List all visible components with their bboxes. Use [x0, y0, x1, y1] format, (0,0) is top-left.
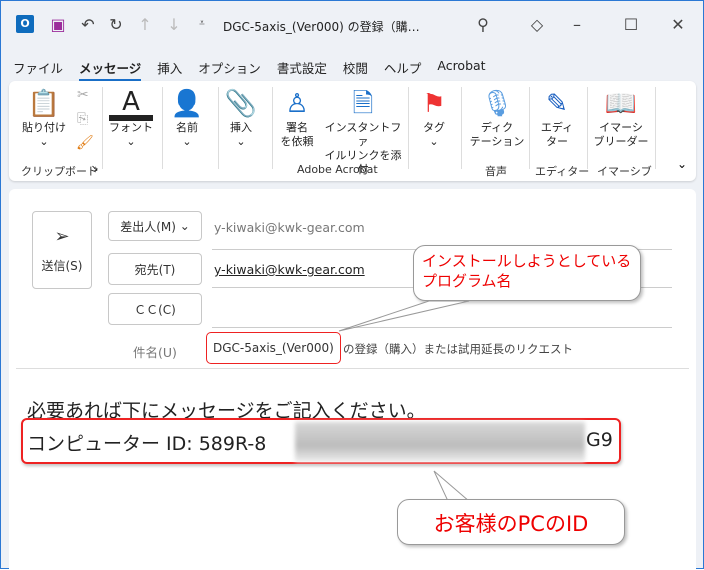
dictate-label-2: テーション: [469, 135, 525, 148]
microphone-icon: 🎙: [480, 89, 514, 119]
attach-button[interactable]: 📎 挿入 ⌄: [221, 87, 261, 149]
ribbon-collapse-icon[interactable]: ⌄: [677, 157, 687, 171]
cc-button[interactable]: ＣＣ(C): [108, 293, 202, 325]
subject-field[interactable]: の登録（購入）または試用延長のリクエスト: [343, 341, 573, 357]
maximize-button[interactable]: ☐: [621, 15, 641, 34]
tab-file[interactable]: ファイル: [13, 58, 63, 81]
from-button[interactable]: 差出人(M) ⌄: [108, 211, 202, 241]
paste-button[interactable]: 📋 貼り付け ⌄: [19, 87, 69, 149]
to-field[interactable]: y-kiwaki@kwk-gear.com: [214, 262, 365, 277]
tab-format[interactable]: 書式設定: [277, 58, 327, 81]
search-icon[interactable]: ⚲: [473, 15, 493, 34]
names-label: 名前: [176, 121, 198, 134]
signature-icon: ♙: [285, 89, 309, 119]
send-icon: ➢: [54, 226, 70, 247]
names-button[interactable]: 👤 名前 ⌄: [167, 87, 207, 149]
font-label: フォント: [109, 121, 153, 134]
tab-options[interactable]: オプション: [198, 58, 261, 81]
editor-label-2: ター: [546, 135, 568, 148]
clipboard-launcher-icon[interactable]: ↘: [91, 164, 99, 174]
chevron-down-icon: ⌄: [179, 219, 190, 233]
tags-label: タグ: [423, 121, 445, 134]
reader-label-1: イマーシ: [599, 121, 643, 134]
clipboard-icon: 📋: [27, 89, 61, 119]
tab-insert[interactable]: 挿入: [157, 58, 182, 81]
customize-qat-icon[interactable]: ⩡: [192, 18, 212, 29]
editor-label-1: エディ: [540, 121, 574, 134]
flag-icon: ⚑: [422, 89, 446, 119]
group-editor: エディター: [535, 165, 590, 178]
group-voice: 音声: [485, 165, 507, 178]
computer-id-prefix: コンピューター ID: 589R-8: [27, 433, 267, 455]
redacted-id-blur: [295, 422, 585, 462]
group-adobe-acrobat: Adobe Acrobat: [297, 163, 378, 176]
editor-pen-icon: ✎: [546, 89, 568, 119]
font-icon: A: [109, 87, 153, 121]
sign-label-2: を依頼: [280, 135, 314, 148]
paperclip-icon: 📎: [224, 89, 258, 119]
minimize-button[interactable]: –: [567, 15, 587, 34]
undo-icon[interactable]: ↶: [78, 15, 98, 34]
immersive-reader-icon: 📖: [604, 89, 638, 119]
cut-icon[interactable]: ✂: [77, 87, 89, 103]
to-label: 宛先(T): [134, 262, 176, 277]
tags-button[interactable]: ⚑ タグ ⌄: [414, 87, 454, 149]
sign-label-1: 署名: [286, 121, 308, 134]
window-title: DGC-5axis_(Ver000) の登録（購…: [223, 20, 420, 34]
address-book-icon: 👤: [170, 89, 204, 119]
tab-message[interactable]: メッセージ: [79, 58, 142, 81]
redo-icon[interactable]: ↻: [106, 15, 126, 34]
editor-button[interactable]: ✎ エディ ター: [533, 87, 581, 149]
request-signature-button[interactable]: ♙ 署名 を依頼: [275, 87, 319, 149]
diamond-icon[interactable]: ◇: [527, 15, 547, 34]
up-arrow-icon[interactable]: ↑: [135, 15, 155, 34]
tab-review[interactable]: 校閲: [343, 58, 368, 81]
callout-pc-id: お客様のPCのID: [397, 499, 625, 545]
close-button[interactable]: ✕: [668, 15, 688, 34]
outlook-window: O ▣ ↶ ↻ ↑ ↓ ⩡ DGC-5axis_(Ver000) の登録（購… …: [0, 0, 704, 570]
computer-id-suffix: G9: [586, 429, 613, 451]
group-clipboard: クリップボード: [21, 165, 98, 178]
compose-pane: ➢ 送信(S) 差出人(M) ⌄ y-kiwaki@kwk-gear.com 宛先…: [9, 189, 696, 570]
from-label: 差出人(M): [120, 219, 176, 234]
reader-label-2: ブリーダー: [593, 135, 649, 148]
ribbon: 📋 貼り付け ⌄ ✂ ⎘ 🖌 クリップボード ↘ A フォント ⌄ 👤 名前 ⌄ 📎 挿入 ⌄ …: [9, 81, 696, 181]
attach-label: 挿入: [230, 121, 252, 134]
tab-help[interactable]: ヘルプ: [384, 58, 422, 81]
ribbon-tabs: ファイル メッセージ 挿入 オプション 書式設定 校閲 ヘルプ Acrobat: [13, 58, 486, 81]
send-button[interactable]: ➢ 送信(S): [32, 211, 92, 289]
down-arrow-icon[interactable]: ↓: [164, 15, 184, 34]
link-label-1: インスタントファ: [324, 121, 402, 148]
callout-program-pointer: [338, 300, 470, 332]
copy-icon[interactable]: ⎘: [77, 111, 88, 127]
paste-label: 貼り付け: [22, 121, 66, 134]
outlook-logo-icon: O: [16, 15, 34, 33]
send-label: 送信(S): [41, 259, 83, 273]
dictate-button[interactable]: 🎙 ディク テーション: [467, 87, 527, 149]
subject-highlight[interactable]: DGC-5axis_(Ver000): [206, 332, 341, 364]
subject-label: 件名(U): [133, 345, 177, 360]
file-link-icon: 🗎: [352, 89, 374, 119]
tab-acrobat[interactable]: Acrobat: [437, 58, 485, 81]
save-icon[interactable]: ▣: [48, 15, 68, 34]
from-value: y-kiwaki@kwk-gear.com: [214, 220, 365, 235]
immersive-reader-button[interactable]: 📖 イマーシ ブリーダー: [591, 87, 651, 149]
format-painter-icon[interactable]: 🖌: [76, 135, 94, 151]
dictate-label-1: ディク: [480, 121, 514, 134]
group-immersive: イマーシブ: [597, 165, 652, 178]
to-button[interactable]: 宛先(T): [108, 253, 202, 285]
font-button[interactable]: A フォント ⌄: [109, 87, 153, 149]
cc-label: ＣＣ(C): [134, 302, 176, 317]
